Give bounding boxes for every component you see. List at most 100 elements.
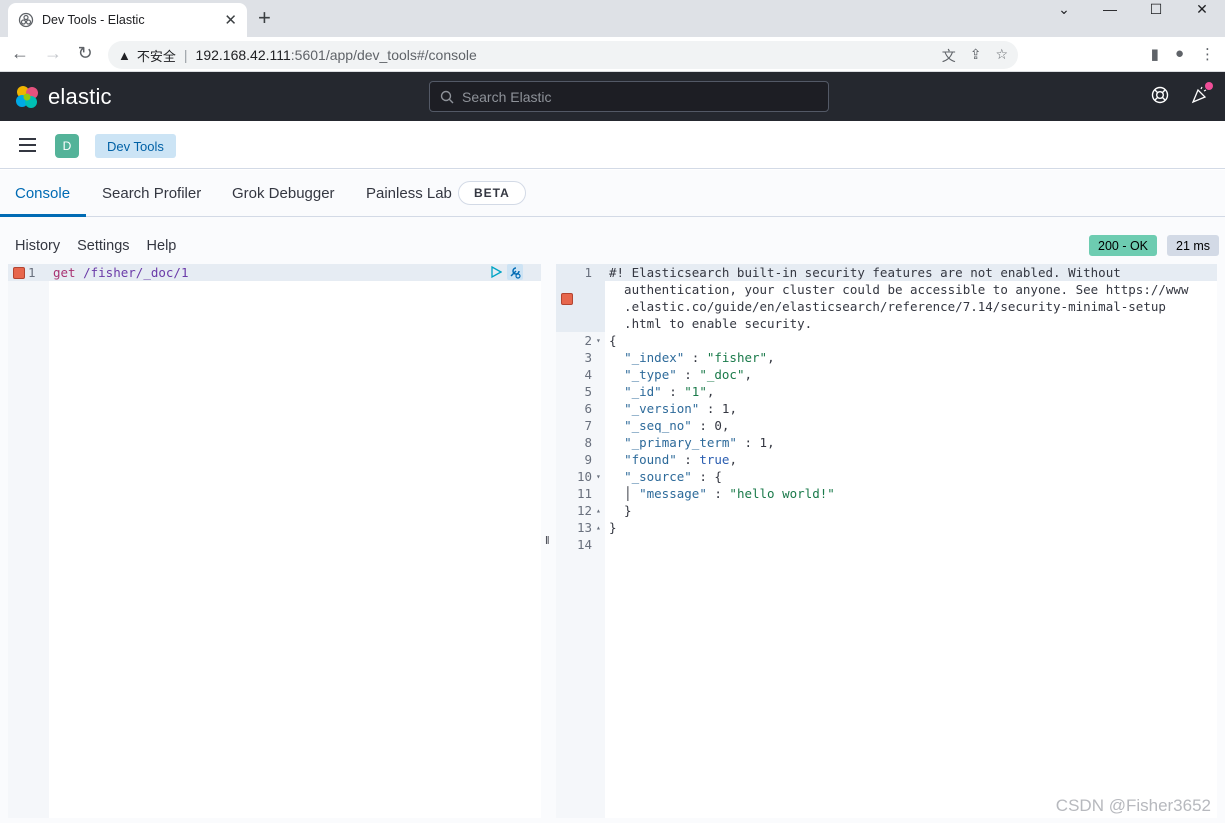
tab-console[interactable]: Console [15,185,70,202]
response-code-line: "_type" : "_doc", [624,367,753,382]
elastic-logo-icon [16,86,38,108]
wrench-icon[interactable] [507,264,523,280]
watermark: CSDN @Fisher3652 [1055,796,1211,815]
omnibox-actions: 文 ⇪ ☆ [942,46,1008,66]
brand-name: elastic [48,84,112,109]
kibana-header: elastic Search Elastic [0,72,1225,121]
newsfeed-button[interactable] [1191,82,1213,109]
space-avatar[interactable]: D [55,134,79,158]
devtools-tabs: Console Search Profiler Grok Debugger Pa… [0,170,1225,217]
response-line-number: 12 [576,503,592,518]
close-tab-icon[interactable]: ✕ [224,11,237,29]
response-line-number: 2 [584,333,592,348]
request-error-icon[interactable] [13,267,25,279]
response-line-number: 8 [584,435,592,450]
browser-tab[interactable]: Dev Tools - Elastic ✕ [8,3,247,37]
breadcrumb[interactable]: Dev Tools [95,134,176,158]
minimize-icon[interactable]: — [1087,0,1133,18]
request-actions [491,264,523,280]
response-warning-icon[interactable] [561,293,573,305]
response-line-number: 9 [584,452,592,467]
play-icon[interactable] [491,266,502,278]
browser-tab-title: Dev Tools - Elastic [42,13,145,27]
response-line-number: 1 [584,265,592,280]
reload-icon[interactable]: ↻ [73,43,97,64]
response-code-line: "_index" : "fisher", [624,350,775,365]
request-line-number: 1 [28,265,36,280]
url-path: :5601/app/dev_tools#/console [290,47,477,63]
settings-link[interactable]: Settings [77,238,129,254]
side-panel-icon[interactable]: ▮ [1151,45,1159,63]
share-icon[interactable]: ⇪ [970,46,982,66]
response-code-line: "_primary_term" : 1, [624,435,775,450]
response-code-line: } [609,520,617,535]
response-code-line: { [609,333,617,348]
profile-avatar-icon[interactable]: ● [1175,45,1184,63]
timing-badge: 21 ms [1167,235,1220,256]
response-line-number: 14 [576,537,592,552]
tab-search-profiler[interactable]: Search Profiler [102,185,201,202]
response-warning-line: .elastic.co/guide/en/elasticsearch/refer… [609,299,1166,314]
history-link[interactable]: History [15,238,60,254]
tab-painless-lab[interactable]: Painless Lab [366,185,452,202]
response-line-number: 6 [584,401,592,416]
response-code-line: "_source" : { [624,469,722,484]
response-code-line: "found" : true, [624,452,737,467]
hamburger-menu-icon[interactable] [19,138,36,156]
request-code[interactable]: get /fisher/_doc/1 [53,265,188,280]
response-warning-gutter [556,281,605,332]
request-method: get [53,265,76,280]
close-window-icon[interactable]: ✕ [1179,0,1225,18]
response-line-number: 7 [584,418,592,433]
address-bar[interactable]: ▲ 不安全 | 192.168.42.111 :5601/app/dev_too… [108,41,1018,69]
response-code-line: │ "message" : "hello world!" [609,486,835,501]
response-line-number: 5 [584,384,592,399]
help-link[interactable]: Help [147,238,177,254]
browser-tabstrip: Dev Tools - Elastic ✕ + ⌄ — ☐ ✕ [0,0,1225,37]
response-code-line: "_seq_no" : 0, [624,418,730,433]
window-controls: ⌄ — ☐ ✕ [1041,0,1225,18]
response-viewer: 1 #! Elasticsearch built-in security fea… [556,264,1217,818]
request-editor[interactable]: 1 get /fisher/_doc/1 [8,264,541,818]
back-icon[interactable]: ← [8,43,32,64]
console-panel: History Settings Help 200 - OK 21 ms 1 g… [0,217,1225,823]
response-line-number: 3 [584,350,592,365]
forward-icon[interactable]: → [41,43,65,64]
elastic-logo[interactable]: elastic [14,84,112,110]
response-warning-line: authentication, your cluster could be ac… [609,282,1189,297]
new-tab-button[interactable]: + [258,7,271,29]
browser-extra-actions: ▮ ● ⋮ [1151,45,1215,63]
kibana-subheader: D Dev Tools [0,121,1225,169]
response-code-line: "_id" : "1", [624,384,715,399]
url-separator: | [183,47,188,63]
request-path: /fisher/_doc/1 [83,265,189,280]
fold-open-icon[interactable]: ▾ [596,336,601,345]
response-warning-line: #! Elasticsearch built-in security featu… [609,265,1121,280]
response-line-number: 13 [576,520,592,535]
search-placeholder: Search Elastic [462,88,552,105]
translate-icon[interactable]: 文 [942,46,956,66]
console-menu: History Settings Help [15,238,176,254]
browser-menu-icon[interactable]: ⋮ [1200,45,1215,63]
fold-close-icon[interactable]: ▴ [596,506,601,515]
tab-grok-debugger[interactable]: Grok Debugger [232,185,335,202]
search-icon [440,90,454,103]
response-code-line: } [609,503,632,518]
maximize-icon[interactable]: ☐ [1133,0,1179,18]
beta-badge: BETA [458,181,526,205]
notification-dot [1205,82,1213,90]
fold-open-icon[interactable]: ▾ [596,472,601,481]
global-search-input[interactable]: Search Elastic [429,81,829,112]
security-status[interactable]: 不安全 [137,46,176,65]
response-code-line: "_version" : 1, [624,401,737,416]
kibana-favicon-icon [18,12,34,28]
status-badge: 200 - OK [1089,235,1158,256]
panel-resizer[interactable]: ‖ [545,535,550,547]
url-host: 192.168.42.111 [195,47,291,63]
fold-close-icon[interactable]: ▴ [596,523,601,532]
bookmark-star-icon[interactable]: ☆ [995,46,1008,66]
warning-icon[interactable]: ▲ [118,48,131,63]
dropdown-chevron-icon[interactable]: ⌄ [1041,0,1087,18]
response-warning-line: .html to enable security. [609,316,813,331]
help-lifebuoy-icon[interactable] [1151,86,1169,104]
